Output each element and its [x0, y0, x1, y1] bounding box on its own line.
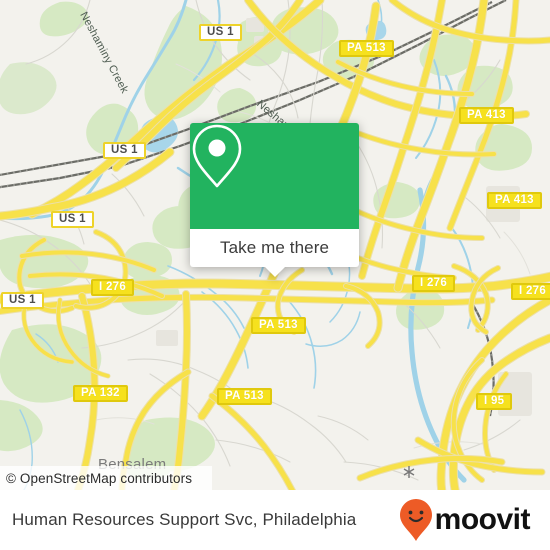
- moovit-map-screenshot: .pk{fill:#d6e9c3;} .pk2{fill:#dbe9cc;} .…: [0, 0, 550, 550]
- card-pointer: [263, 266, 286, 277]
- footer-bar: Human Resources Support Svc, Philadelphi…: [0, 490, 550, 550]
- card-image-area: [190, 123, 359, 229]
- road-shield-us-1[interactable]: US 1: [1, 292, 44, 309]
- road-shield-us-1[interactable]: US 1: [51, 211, 94, 228]
- road-shield-pa-132[interactable]: PA 132: [73, 385, 128, 402]
- road-shield-i-95[interactable]: I 95: [476, 393, 513, 410]
- moovit-logo[interactable]: moovit: [399, 498, 531, 542]
- road-shield-pa-513[interactable]: PA 513: [339, 40, 394, 57]
- map-pin-icon: [192, 124, 242, 188]
- take-me-there-card[interactable]: Take me there: [190, 123, 359, 277]
- moovit-pin-icon: [399, 499, 432, 541]
- road-shield-pa-513[interactable]: PA 513: [251, 317, 306, 334]
- road-shield-i-276[interactable]: I 276: [91, 279, 135, 296]
- map-attribution[interactable]: © OpenStreetMap contributors: [0, 466, 212, 490]
- map-canvas[interactable]: .pk{fill:#d6e9c3;} .pk2{fill:#dbe9cc;} .…: [0, 0, 550, 490]
- card-action-area[interactable]: Take me there: [190, 229, 359, 267]
- take-me-there-label: Take me there: [219, 238, 330, 257]
- road-shield-pa-413[interactable]: PA 413: [487, 192, 542, 209]
- road-shield-i-276[interactable]: I 276: [511, 283, 550, 300]
- road-shield-i-276[interactable]: I 276: [412, 275, 456, 292]
- road-shield-pa-413[interactable]: PA 413: [459, 107, 514, 124]
- road-shield-pa-513[interactable]: PA 513: [217, 388, 272, 405]
- moovit-wordmark: moovit: [434, 503, 531, 536]
- attribution-text: © OpenStreetMap contributors: [6, 470, 193, 486]
- road-shield-us-1[interactable]: US 1: [103, 142, 146, 159]
- road-shield-us-1[interactable]: US 1: [199, 24, 242, 41]
- location-title: Human Resources Support Svc, Philadelphi…: [12, 510, 357, 529]
